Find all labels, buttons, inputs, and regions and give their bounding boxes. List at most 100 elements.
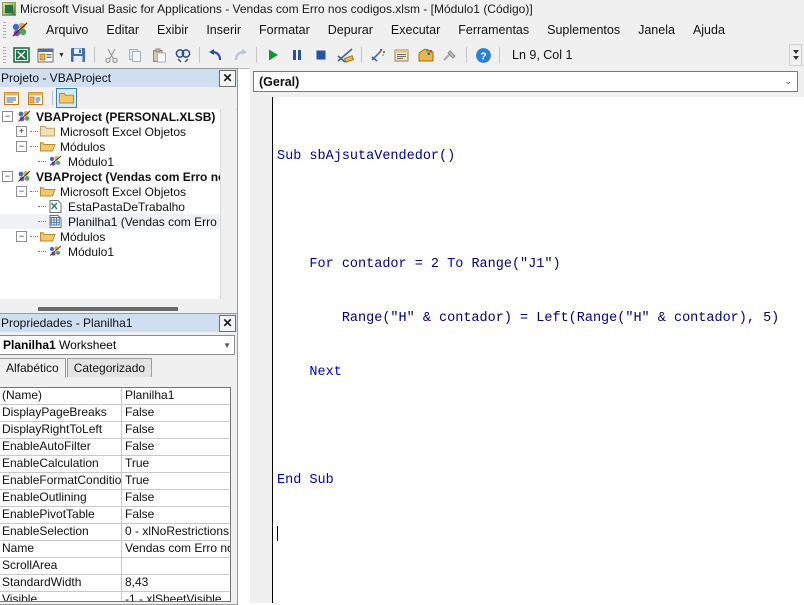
reset-icon[interactable] — [310, 44, 332, 66]
property-value[interactable]: False — [122, 507, 230, 523]
view-object-icon[interactable] — [25, 88, 46, 108]
toolbox-icon[interactable] — [439, 44, 461, 66]
close-icon[interactable]: ✕ — [219, 314, 236, 332]
menu-ferramentas[interactable]: Ferramentas — [449, 21, 538, 39]
properties-window-icon[interactable] — [391, 44, 413, 66]
property-value[interactable] — [122, 558, 230, 574]
menu-drag-handle[interactable] — [3, 22, 6, 38]
property-value[interactable]: False — [122, 490, 230, 506]
copy-icon[interactable] — [124, 44, 146, 66]
property-value[interactable]: -1 - xlSheetVisible — [122, 592, 230, 601]
menu-depurar-label: Depurar — [327, 23, 373, 37]
property-value[interactable]: True — [122, 456, 230, 472]
break-icon[interactable] — [286, 44, 308, 66]
property-name: DisplayPageBreaks — [0, 405, 122, 421]
property-row[interactable]: NameVendas com Erro nos c — [0, 541, 230, 558]
expander-icon[interactable]: − — [16, 231, 27, 242]
menu-ajuda[interactable]: Ajuda — [684, 21, 734, 39]
tree-node-planilha1[interactable]: Planilha1 (Vendas com Erro nos c — [0, 214, 222, 229]
toggle-folders-icon[interactable] — [56, 88, 77, 108]
expander-icon[interactable]: − — [2, 111, 13, 122]
menu-janela[interactable]: Janela — [629, 21, 684, 39]
menu-executar[interactable]: Executar — [382, 21, 449, 39]
property-row[interactable]: Visible -1 - xlSheetVisible — [0, 592, 230, 601]
property-row[interactable]: EnableSelection 0 - xlNoRestrictions — [0, 524, 230, 541]
code-editor[interactable]: Sub sbAjsutaVendedor() For contador = 2 … — [273, 97, 804, 603]
tab-categorizado[interactable]: Categorizado — [66, 358, 153, 377]
tree-connector — [38, 250, 46, 253]
design-mode-icon[interactable] — [334, 44, 356, 66]
property-value[interactable]: 8,43 — [122, 575, 230, 591]
property-value[interactable]: False — [122, 422, 230, 438]
view-code-icon[interactable] — [1, 88, 22, 108]
project-explorer-icon[interactable] — [367, 44, 389, 66]
property-value[interactable]: False — [122, 439, 230, 455]
property-value[interactable]: True — [122, 473, 230, 489]
tree-node-personal-modulos[interactable]: − Módulos — [0, 139, 222, 154]
insert-dropdown-arrow[interactable]: ▼ — [57, 44, 66, 66]
expander-icon[interactable]: + — [16, 126, 27, 137]
menu-suplementos[interactable]: Suplementos — [538, 21, 629, 39]
menu-inserir[interactable]: Inserir — [197, 21, 250, 39]
property-value[interactable]: Vendas com Erro nos c — [122, 541, 230, 557]
project-tree-vertical-scrollbar[interactable] — [220, 109, 236, 299]
property-row[interactable]: EnableOutlining False — [0, 490, 230, 507]
chevron-down-icon[interactable]: ⌄ — [784, 76, 792, 87]
menu-formatar[interactable]: Formatar — [250, 21, 319, 39]
tree-node-vendas-modulos[interactable]: − Módulos — [0, 229, 222, 244]
property-row[interactable]: EnableAutoFilter False — [0, 439, 230, 456]
help-icon[interactable]: ? — [472, 44, 494, 66]
redo-icon[interactable] — [229, 44, 251, 66]
toolbar-drag-handle[interactable] — [3, 47, 6, 63]
chevron-down-icon[interactable]: ▼ — [223, 341, 231, 350]
property-row[interactable]: EnablePivotTable False — [0, 507, 230, 524]
expander-icon[interactable]: − — [2, 171, 13, 182]
project-tree[interactable]: − VBAProject (PERSONAL.XLSB) + Microsoft… — [0, 109, 222, 299]
property-value[interactable]: 0 - xlNoRestrictions — [122, 524, 230, 540]
expander-icon[interactable]: − — [16, 186, 27, 197]
tree-node-vbaproject-personal[interactable]: − VBAProject (PERSONAL.XLSB) — [0, 109, 222, 124]
expander-icon[interactable]: − — [16, 141, 27, 152]
property-row[interactable]: EnableCalculation True — [0, 456, 230, 473]
tree-node-label: VBAProject (PERSONAL.XLSB) — [36, 109, 216, 124]
run-icon[interactable] — [262, 44, 284, 66]
property-row[interactable]: DisplayRightToLeft False — [0, 422, 230, 439]
tree-node-personal-modulo1[interactable]: Módulo1 — [0, 154, 222, 169]
property-row[interactable]: StandardWidth 8,43 — [0, 575, 230, 592]
toolbar-overflow-button[interactable] — [789, 44, 802, 66]
property-row[interactable]: EnableFormatConditions True — [0, 473, 230, 490]
property-row[interactable]: ScrollArea — [0, 558, 230, 575]
code-margin-indicator-bar[interactable] — [250, 97, 273, 603]
view-excel-icon[interactable] — [10, 44, 32, 66]
save-icon[interactable] — [67, 44, 89, 66]
paste-icon[interactable] — [148, 44, 170, 66]
cut-icon[interactable] — [100, 44, 122, 66]
undo-icon[interactable] — [205, 44, 227, 66]
close-icon[interactable]: ✕ — [219, 69, 236, 87]
menu-arquivo[interactable]: Arquivo — [37, 21, 97, 39]
object-browser-icon[interactable] — [415, 44, 437, 66]
property-name: EnableFormatConditions — [2, 473, 122, 489]
property-value[interactable]: False — [122, 405, 230, 421]
insert-userform-icon[interactable] — [34, 44, 56, 66]
tree-node-estapastadetrabalho[interactable]: EstaPastaDeTrabalho — [0, 199, 222, 214]
property-row[interactable]: (Name) Planilha1 — [0, 388, 230, 405]
project-panel-toolbar — [0, 87, 237, 110]
scrollbar-thumb[interactable] — [38, 307, 178, 311]
properties-object-select[interactable]: Planilha1 Worksheet ▼ — [0, 335, 235, 355]
menu-editar[interactable]: Editar — [97, 21, 148, 39]
code-token-keyword: Sub — [277, 149, 302, 164]
property-value[interactable]: Planilha1 — [122, 388, 230, 404]
menu-exibir[interactable]: Exibir — [148, 21, 197, 39]
tree-node-vbaproject-vendas[interactable]: − VBAProject (Vendas com Erro nos c — [0, 169, 222, 184]
tree-node-personal-excel-objects[interactable]: + Microsoft Excel Objetos — [0, 124, 222, 139]
property-name: (Name) — [0, 388, 122, 404]
find-icon[interactable] — [172, 44, 194, 66]
tree-node-vendas-excel-objects[interactable]: − Microsoft Excel Objetos — [0, 184, 222, 199]
properties-grid[interactable]: (Name) Planilha1 DisplayPageBreaks False D… — [0, 387, 231, 602]
property-row[interactable]: DisplayPageBreaks False — [0, 405, 230, 422]
menu-depurar[interactable]: Depurar — [319, 21, 382, 39]
object-combo[interactable]: (Geral) ⌄ — [253, 71, 798, 92]
tree-node-vendas-modulo1[interactable]: Módulo1 — [0, 244, 222, 259]
tab-alfabetico[interactable]: Alfabético — [0, 358, 66, 378]
